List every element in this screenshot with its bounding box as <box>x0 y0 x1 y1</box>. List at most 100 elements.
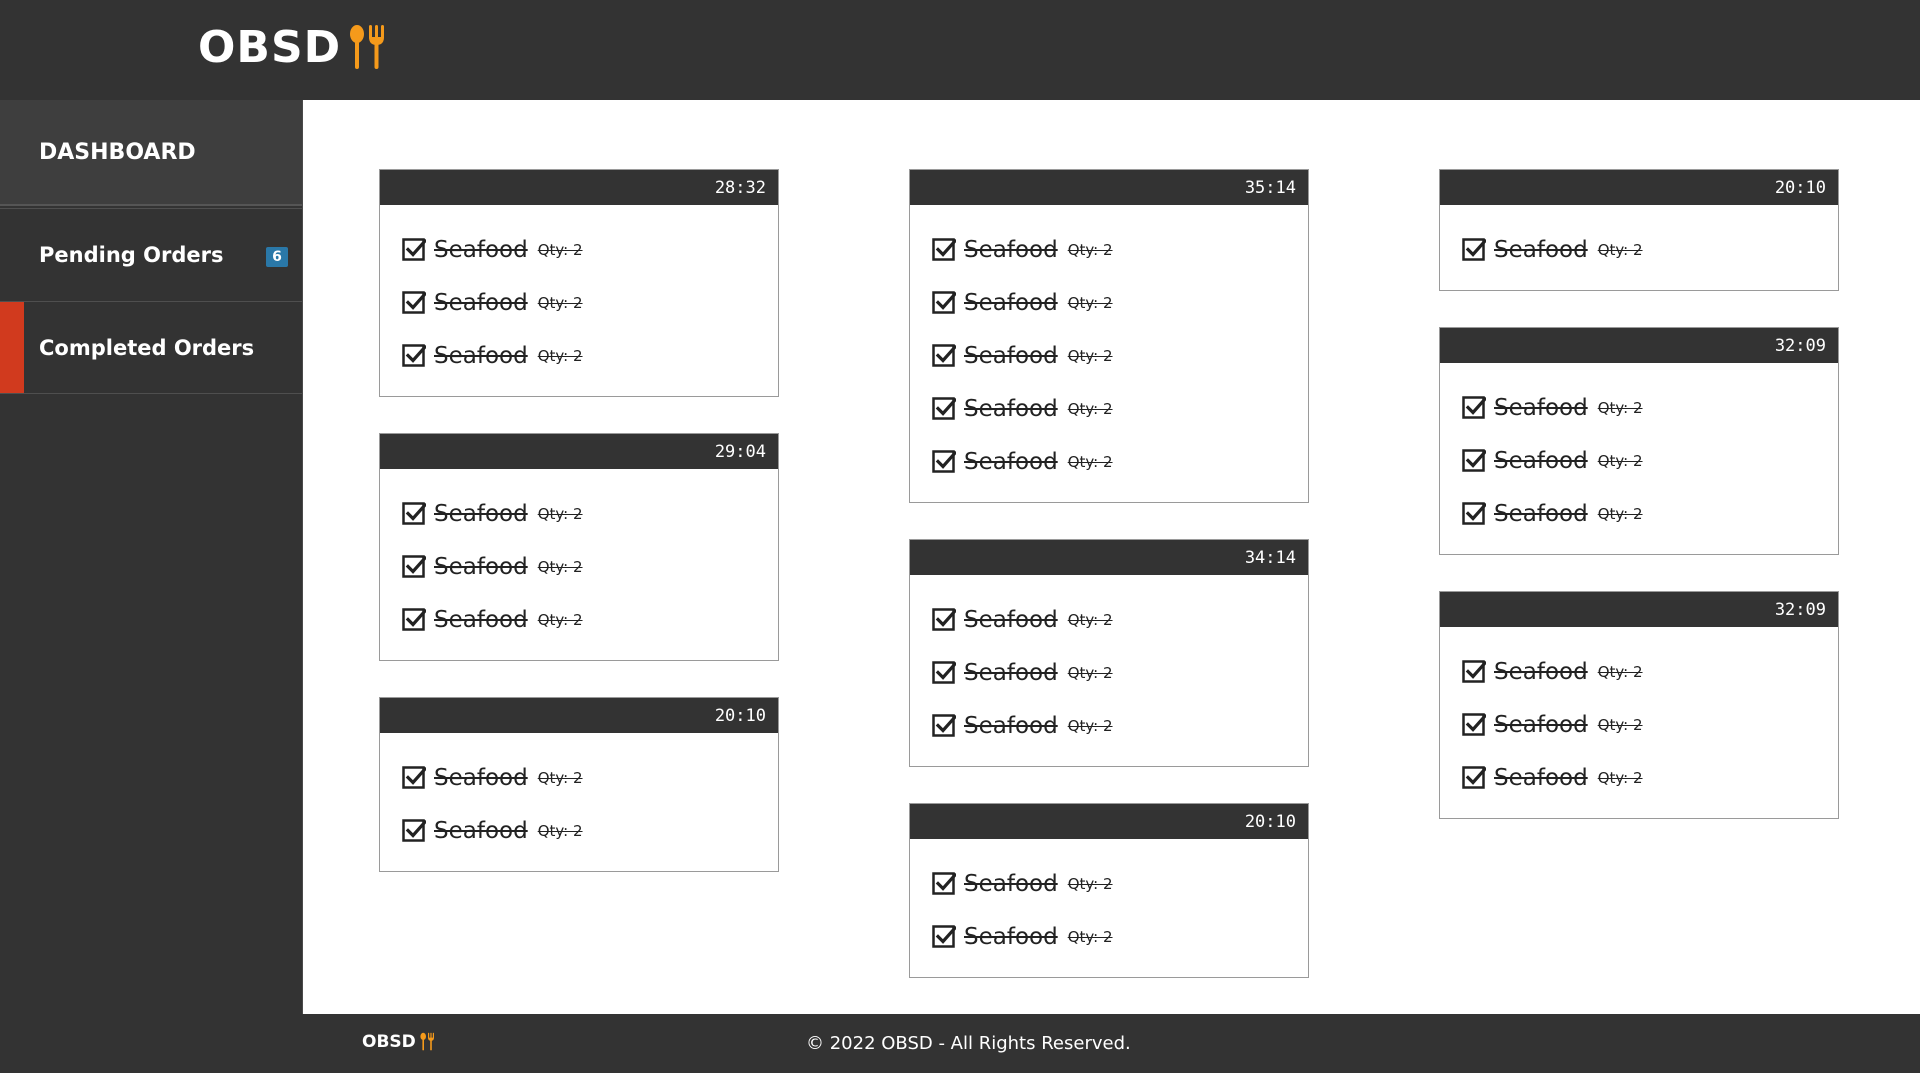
item-quantity: Qty: 2 <box>1597 451 1643 470</box>
order-items: Seafood Qty: 2 Seafood Qty: 2 Seafood Qty: 2 <box>1440 363 1838 554</box>
item-quantity: Qty: 2 <box>1597 398 1643 417</box>
order-item: Seafood Qty: 2 <box>932 646 1308 699</box>
order-items: Seafood Qty: 2 <box>1440 205 1838 290</box>
checkbox-checked-icon[interactable] <box>402 501 426 526</box>
footer: OBSD © 2022 OBSD - All Rights Reserved. <box>0 1014 1920 1073</box>
order-item: Seafood Qty: 2 <box>932 435 1308 488</box>
checkbox-checked-icon[interactable] <box>932 871 956 896</box>
checkbox-checked-icon[interactable] <box>932 237 956 262</box>
item-quantity: Qty: 2 <box>1067 716 1113 735</box>
sidebar-item-completed-orders[interactable]: Completed Orders <box>0 302 302 394</box>
item-quantity: Qty: 2 <box>537 293 583 312</box>
order-item: Seafood Qty: 2 <box>1462 381 1838 434</box>
order-items: Seafood Qty: 2 Seafood Qty: 2 <box>910 839 1308 977</box>
checkbox-checked-icon[interactable] <box>932 290 956 315</box>
checkbox-checked-icon[interactable] <box>402 765 426 790</box>
order-card[interactable]: 20:10 Seafood Qty: 2 Seafood Qty: 2 <box>379 697 779 872</box>
checkbox-checked-icon[interactable] <box>932 449 956 474</box>
order-timer: 20:10 <box>1440 170 1838 205</box>
order-card[interactable]: 34:14 Seafood Qty: 2 Seafood Qty: 2 Seafood Qt… <box>909 539 1309 767</box>
item-name: Seafood <box>434 606 528 633</box>
checkbox-checked-icon[interactable] <box>402 290 426 315</box>
sidebar-item-pending-orders[interactable]: Pending Orders 6 <box>0 208 302 302</box>
item-quantity: Qty: 2 <box>1067 610 1113 629</box>
checkbox-checked-icon[interactable] <box>402 818 426 843</box>
item-quantity: Qty: 2 <box>537 346 583 365</box>
item-name: Seafood <box>434 289 528 316</box>
checkbox-checked-icon[interactable] <box>1462 659 1486 684</box>
checkbox-checked-icon[interactable] <box>1462 237 1486 262</box>
order-item: Seafood Qty: 2 <box>932 329 1308 382</box>
item-name: Seafood <box>964 395 1058 422</box>
order-item: Seafood Qty: 2 <box>1462 223 1838 276</box>
checkbox-checked-icon[interactable] <box>402 554 426 579</box>
checkbox-checked-icon[interactable] <box>402 343 426 368</box>
order-card[interactable]: 32:09 Seafood Qty: 2 Seafood Qty: 2 Seafood Qt… <box>1439 591 1839 819</box>
checkbox-checked-icon[interactable] <box>1462 765 1486 790</box>
sidebar-dashboard-link[interactable]: DASHBOARD <box>0 100 302 206</box>
item-name: Seafood <box>434 500 528 527</box>
checkbox-checked-icon[interactable] <box>932 396 956 421</box>
item-name: Seafood <box>1494 500 1588 527</box>
sidebar-item-label: Pending Orders <box>39 243 224 267</box>
order-item: Seafood Qty: 2 <box>932 910 1308 963</box>
checkbox-checked-icon[interactable] <box>1462 448 1486 473</box>
item-quantity: Qty: 2 <box>1067 874 1113 893</box>
order-card[interactable]: 28:32 Seafood Qty: 2 Seafood Qty: 2 Seafood Qt… <box>379 169 779 397</box>
order-timer: 29:04 <box>380 434 778 469</box>
item-name: Seafood <box>964 923 1058 950</box>
item-name: Seafood <box>964 342 1058 369</box>
order-items: Seafood Qty: 2 Seafood Qty: 2 <box>380 733 778 871</box>
order-timer: 20:10 <box>380 698 778 733</box>
item-name: Seafood <box>964 712 1058 739</box>
checkbox-checked-icon[interactable] <box>932 713 956 738</box>
order-item: Seafood Qty: 2 <box>932 593 1308 646</box>
footer-logo[interactable]: OBSD <box>362 1032 437 1052</box>
order-card[interactable]: 35:14 Seafood Qty: 2 Seafood Qty: 2 Seafood Qt… <box>909 169 1309 503</box>
order-item: Seafood Qty: 2 <box>1462 698 1838 751</box>
top-navbar: OBSD <box>0 0 1920 100</box>
order-card[interactable]: 20:10 Seafood Qty: 2 <box>1439 169 1839 291</box>
orders-column: 35:14 Seafood Qty: 2 Seafood Qty: 2 Seafood Qt… <box>909 169 1309 1014</box>
item-quantity: Qty: 2 <box>1597 768 1643 787</box>
order-timer: 35:14 <box>910 170 1308 205</box>
item-quantity: Qty: 2 <box>1067 452 1113 471</box>
item-quantity: Qty: 2 <box>537 240 583 259</box>
order-item: Seafood Qty: 2 <box>932 382 1308 435</box>
item-name: Seafood <box>434 553 528 580</box>
item-name: Seafood <box>1494 447 1588 474</box>
order-timer: 28:32 <box>380 170 778 205</box>
checkbox-checked-icon[interactable] <box>1462 395 1486 420</box>
checkbox-checked-icon[interactable] <box>932 607 956 632</box>
item-quantity: Qty: 2 <box>1597 662 1643 681</box>
order-card[interactable]: 32:09 Seafood Qty: 2 Seafood Qty: 2 Seafood Qt… <box>1439 327 1839 555</box>
sidebar-dashboard-label: DASHBOARD <box>39 139 196 165</box>
item-quantity: Qty: 2 <box>1067 346 1113 365</box>
item-quantity: Qty: 2 <box>1067 663 1113 682</box>
pending-count-badge: 6 <box>266 247 288 267</box>
item-name: Seafood <box>964 448 1058 475</box>
checkbox-checked-icon[interactable] <box>402 607 426 632</box>
order-item: Seafood Qty: 2 <box>402 540 778 593</box>
order-timer: 20:10 <box>910 804 1308 839</box>
order-item: Seafood Qty: 2 <box>402 751 778 804</box>
fork-spoon-icon <box>347 23 391 73</box>
item-quantity: Qty: 2 <box>1597 715 1643 734</box>
checkbox-checked-icon[interactable] <box>932 660 956 685</box>
order-item: Seafood Qty: 2 <box>402 804 778 857</box>
checkbox-checked-icon[interactable] <box>1462 712 1486 737</box>
item-name: Seafood <box>434 342 528 369</box>
item-quantity: Qty: 2 <box>537 768 583 787</box>
item-name: Seafood <box>434 764 528 791</box>
checkbox-checked-icon[interactable] <box>932 924 956 949</box>
order-card[interactable]: 20:10 Seafood Qty: 2 Seafood Qty: 2 <box>909 803 1309 978</box>
active-indicator <box>0 302 24 393</box>
order-card[interactable]: 29:04 Seafood Qty: 2 Seafood Qty: 2 Seafood Qt… <box>379 433 779 661</box>
item-name: Seafood <box>1494 711 1588 738</box>
brand-logo[interactable]: OBSD <box>198 22 391 73</box>
checkbox-checked-icon[interactable] <box>932 343 956 368</box>
item-name: Seafood <box>1494 394 1588 421</box>
checkbox-checked-icon[interactable] <box>1462 501 1486 526</box>
order-item: Seafood Qty: 2 <box>1462 487 1838 540</box>
checkbox-checked-icon[interactable] <box>402 237 426 262</box>
